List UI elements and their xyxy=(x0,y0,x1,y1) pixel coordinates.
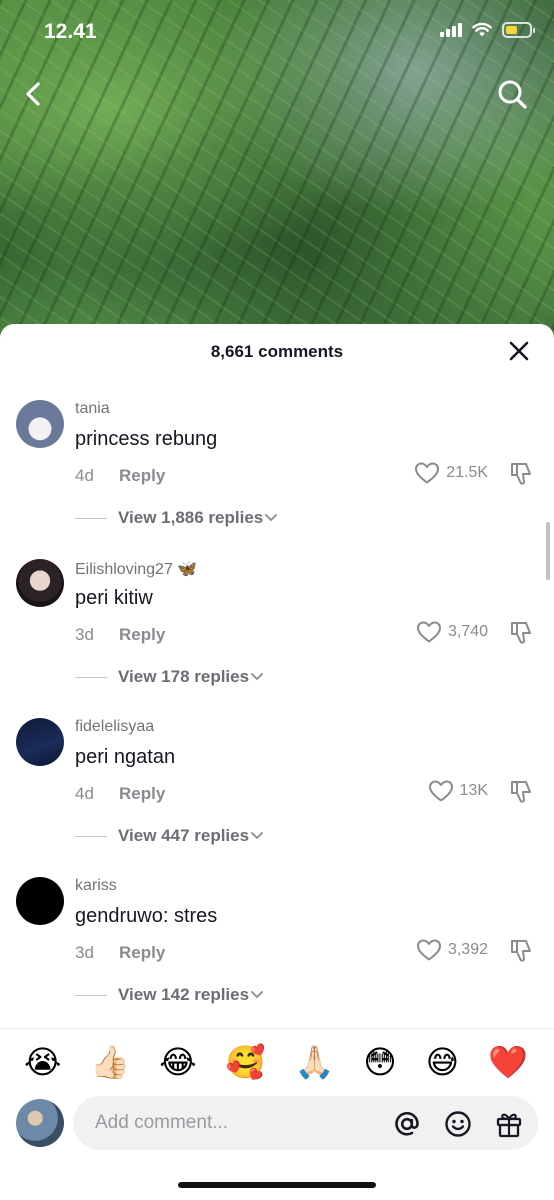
signal-icon xyxy=(440,23,462,37)
reply-button[interactable]: Reply xyxy=(119,784,165,804)
like-count: 21.5K xyxy=(446,464,488,481)
reply-button[interactable]: Reply xyxy=(119,625,165,645)
like-button[interactable]: 13K xyxy=(428,779,488,803)
battery-icon xyxy=(502,22,535,38)
comment-item: fidelelisyaa peri ngatan 4d Reply 13K Vi… xyxy=(0,698,554,857)
smile-icon[interactable] xyxy=(443,1109,473,1139)
status-icons xyxy=(440,22,535,38)
comment-item: Eilishloving27 🦋 peri kitiw 3d Reply 3,7… xyxy=(0,539,554,698)
comment-text: princess rebung xyxy=(75,428,218,450)
gift-icon[interactable] xyxy=(494,1109,524,1139)
emoji-thumbs-up[interactable]: 👍🏻 xyxy=(90,1046,130,1078)
like-button[interactable]: 21.5K xyxy=(414,461,488,485)
heart-icon xyxy=(416,939,441,961)
chevron-down-icon xyxy=(265,514,278,522)
comment-username[interactable]: fidelelisyaa xyxy=(75,718,154,736)
avatar[interactable] xyxy=(16,1099,64,1147)
like-count: 13K xyxy=(459,782,488,799)
emoji-sweat-smile[interactable]: 😅 xyxy=(426,1046,459,1078)
like-button[interactable]: 3,740 xyxy=(416,620,488,644)
close-icon[interactable] xyxy=(506,338,532,364)
like-count: 3,740 xyxy=(447,623,488,640)
avatar[interactable] xyxy=(16,559,64,607)
comments-header: 8,661 comments xyxy=(0,324,554,380)
view-replies-button[interactable]: View 447 replies xyxy=(75,826,265,846)
emoji-smiling-hearts[interactable]: 🥰 xyxy=(226,1046,266,1078)
chevron-down-icon xyxy=(251,832,263,840)
like-button[interactable]: 3,392 xyxy=(416,938,488,962)
butterfly-badge: 🦋 xyxy=(177,561,198,578)
thumbs-down-icon[interactable] xyxy=(508,620,534,646)
home-indicator[interactable] xyxy=(178,1182,376,1188)
status-bar: 12.41 xyxy=(0,0,554,64)
view-replies-button[interactable]: View 1,886 replies xyxy=(75,508,279,528)
comment-item: kariss gendruwo: stres 3d Reply 3,392 Vi… xyxy=(0,857,554,1016)
scrollbar[interactable] xyxy=(546,522,550,580)
like-count: 3,392 xyxy=(447,941,488,958)
emoji-red-heart[interactable]: ❤️ xyxy=(488,1046,528,1078)
emoji-quick-bar: 😭 👍🏻 😂 🥰 🙏🏻 😳 😅 ❤️ xyxy=(0,1028,554,1094)
comment-item: tania princess rebung 4d Reply 21.5K Vie… xyxy=(0,380,554,539)
chevron-down-icon xyxy=(251,991,263,999)
comment-username[interactable]: tania xyxy=(75,400,110,418)
comment-input[interactable]: Add comment... xyxy=(73,1096,538,1150)
emoji-folded-hands[interactable]: 🙏🏻 xyxy=(295,1046,335,1078)
search-icon[interactable] xyxy=(494,76,530,112)
comment-username[interactable]: kariss xyxy=(75,877,117,895)
comment-username[interactable]: Eilishloving27 🦋 xyxy=(75,559,197,579)
status-time: 12.41 xyxy=(44,20,97,43)
thumbs-down-icon[interactable] xyxy=(508,779,534,805)
emoji-tears-of-joy[interactable]: 😂 xyxy=(159,1046,196,1078)
emoji-flushed[interactable]: 😳 xyxy=(363,1046,396,1078)
comment-text: peri ngatan xyxy=(75,746,176,768)
heart-icon xyxy=(415,462,440,484)
reply-button[interactable]: Reply xyxy=(119,466,165,486)
comment-age: 3d xyxy=(75,943,94,962)
avatar[interactable] xyxy=(16,718,64,766)
view-replies-button[interactable]: View 178 replies xyxy=(75,667,265,687)
comment-age: 4d xyxy=(75,784,94,803)
thumbs-down-icon[interactable] xyxy=(508,938,534,964)
thumbs-down-icon[interactable] xyxy=(508,461,534,487)
comment-text: gendruwo: stres xyxy=(75,905,218,927)
avatar[interactable] xyxy=(16,877,64,925)
comment-age: 3d xyxy=(75,625,94,644)
comment-text: peri kitiw xyxy=(75,587,153,609)
chevron-left-icon[interactable] xyxy=(16,76,52,112)
view-replies-button[interactable]: View 142 replies xyxy=(75,985,265,1005)
heart-icon xyxy=(416,621,441,643)
wifi-icon xyxy=(472,22,492,37)
comments-count-title: 8,661 comments xyxy=(210,342,344,361)
chevron-down-icon xyxy=(251,673,263,681)
comments-list[interactable]: tania princess rebung 4d Reply 21.5K Vie… xyxy=(0,380,554,1024)
heart-icon xyxy=(428,780,453,802)
comment-composer: Add comment... xyxy=(0,1094,554,1156)
at-icon[interactable] xyxy=(392,1109,422,1139)
comments-sheet: 8,661 comments tania princess rebung 4d … xyxy=(0,324,554,1200)
reply-button[interactable]: Reply xyxy=(119,943,165,963)
emoji-loudly-crying[interactable]: 😭 xyxy=(24,1046,61,1078)
comment-age: 4d xyxy=(75,466,94,485)
comment-input-placeholder[interactable]: Add comment... xyxy=(95,1112,228,1134)
avatar[interactable] xyxy=(16,400,64,448)
